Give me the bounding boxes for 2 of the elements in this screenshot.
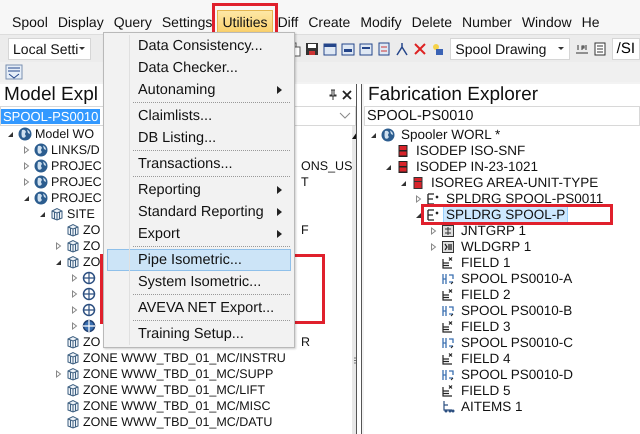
panel-title: Fabrication Explorer — [368, 84, 538, 106]
panel-title: Model Expl — [4, 84, 98, 106]
